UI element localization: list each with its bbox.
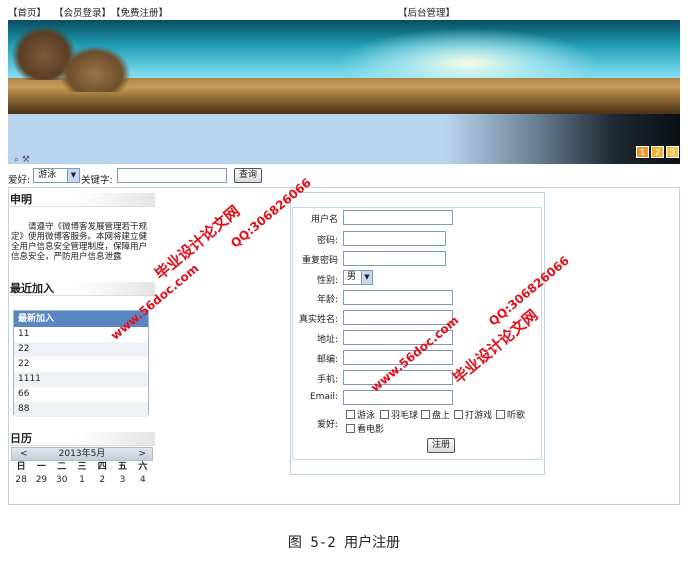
chevron-down-icon: ▼ <box>67 169 79 182</box>
confirm-password-field[interactable] <box>343 251 446 266</box>
list-item[interactable]: 88 <box>14 402 148 417</box>
sex-label: 性别: <box>316 276 338 286</box>
hobby-checkbox-label: 打游戏 <box>465 411 493 421</box>
hobby-checkbox-swimming[interactable]: 游泳 <box>346 410 375 422</box>
list-item[interactable]: 22 <box>14 357 148 372</box>
list-item[interactable]: 66 <box>14 387 148 402</box>
hobby-select-value: 游泳 <box>38 170 57 180</box>
address-label: 地址: <box>316 335 338 345</box>
hobby-checkbox-online[interactable]: 盘上 <box>421 410 450 422</box>
calendar-day[interactable]: 29 <box>31 474 51 487</box>
notice-heading: 申明 <box>10 193 155 207</box>
username-field[interactable] <box>343 210 453 225</box>
weekday: 三 <box>77 462 87 472</box>
weekday: 日 <box>16 462 26 472</box>
realname-label: 真实姓名: <box>298 315 338 325</box>
age-field[interactable] <box>343 290 453 305</box>
slide-button-1[interactable]: 1 <box>636 146 649 158</box>
age-label: 年龄: <box>316 295 338 305</box>
calendar-prev-button[interactable]: < <box>20 448 28 460</box>
hobby-checkbox-badminton[interactable]: 羽毛球 <box>380 410 418 422</box>
calendar-day[interactable]: 1 <box>72 474 92 487</box>
hobby-checkbox-label: 听歌 <box>507 411 526 421</box>
banner-lower-strip <box>8 114 680 164</box>
banner-image: 1 2 3 <box>8 20 680 164</box>
calendar-weekdays: 日 一 二 三 四 五 六 <box>11 461 153 474</box>
nav-free-register-link[interactable]: 【免费注册】 <box>111 5 168 19</box>
notice-text: 请遵守《微博客发展管理若干规定》使用微博客服务。本网将建立健全用户信息安全管理制… <box>11 222 148 262</box>
sex-select-value: 男 <box>347 272 357 282</box>
weekday: 四 <box>97 462 107 472</box>
calendar-day[interactable]: 3 <box>112 474 132 487</box>
hobby-checkbox-music[interactable]: 听歌 <box>496 410 525 422</box>
hobby-select[interactable]: 游泳 ▼ <box>33 168 80 183</box>
calendar-week-row: 28 29 30 1 2 3 4 <box>11 474 153 487</box>
email-field[interactable] <box>343 390 453 405</box>
zoom-icon[interactable]: ⌕ <box>14 155 19 165</box>
hobby-checkbox-label: 羽毛球 <box>391 411 419 421</box>
weekday: 六 <box>138 462 148 472</box>
zip-label: 邮编: <box>316 355 338 365</box>
weekday: 五 <box>118 462 128 472</box>
chevron-down-icon: ▼ <box>361 271 372 284</box>
calendar-next-button[interactable]: > <box>138 448 146 460</box>
list-item[interactable]: 22 <box>14 342 148 357</box>
small-toolbar-icons: ⌕ ⚒ <box>14 155 30 165</box>
email-label: Email: <box>309 392 338 402</box>
sex-select[interactable]: 男 ▼ <box>343 270 373 285</box>
nav-member-login-link[interactable]: 【会员登录】 <box>54 5 111 19</box>
calendar: < 2013年5月 > 日 一 二 三 四 五 六 28 29 30 1 2 3… <box>11 447 153 505</box>
hobby-checkbox-gaming[interactable]: 打游戏 <box>454 410 492 422</box>
list-item[interactable]: 1111 <box>14 372 148 387</box>
hobby-checkbox-movies[interactable]: 看电影 <box>346 424 384 436</box>
hobby-label: 爱好: <box>8 175 31 186</box>
tools-icon[interactable]: ⚒ <box>22 155 30 165</box>
calendar-month-label: 2013年5月 <box>58 449 106 459</box>
calendar-month-bar: < 2013年5月 > <box>11 447 153 461</box>
weekday: 二 <box>57 462 67 472</box>
nav-admin-link[interactable]: 【后台管理】 <box>398 5 455 19</box>
password-label: 密码: <box>316 236 338 246</box>
username-label: 用户名 <box>310 215 338 225</box>
recent-heading: 最近加入 <box>10 282 155 296</box>
keyword-input[interactable] <box>117 168 227 183</box>
password-field[interactable] <box>343 231 446 246</box>
calendar-day[interactable]: 30 <box>52 474 72 487</box>
calendar-day[interactable]: 4 <box>133 474 153 487</box>
calendar-day[interactable]: 28 <box>11 474 31 487</box>
top-navigation: 【首页】 【会员登录】 【免费注册】 【后台管理】 <box>8 4 680 19</box>
banner-animal-right <box>60 46 130 92</box>
keyword-label: 关键字: <box>81 175 113 186</box>
phone-label: 手机: <box>316 375 338 385</box>
calendar-day[interactable]: 2 <box>92 474 112 487</box>
hobby-checkbox-label: 游泳 <box>357 411 376 421</box>
calendar-heading: 日历 <box>10 432 155 446</box>
search-bar: 爱好: 游泳 ▼ 关键字: 查询 <box>8 168 680 186</box>
query-button[interactable]: 查询 <box>234 168 262 183</box>
hobby-checkbox-label: 看电影 <box>357 425 385 435</box>
realname-field[interactable] <box>343 310 453 325</box>
slide-button-2[interactable]: 2 <box>651 146 664 158</box>
confirm-password-label: 重复密码 <box>301 256 338 266</box>
nav-home-link[interactable]: 【首页】 <box>8 5 46 19</box>
hobbies-label: 爱好: <box>316 420 338 430</box>
register-button[interactable]: 注册 <box>427 438 455 453</box>
weekday: 一 <box>36 462 46 472</box>
figure-caption: 图 5-2 用户注册 <box>287 535 401 551</box>
hobby-checkbox-label: 盘上 <box>432 411 451 421</box>
slide-button-3[interactable]: 3 <box>666 146 679 158</box>
